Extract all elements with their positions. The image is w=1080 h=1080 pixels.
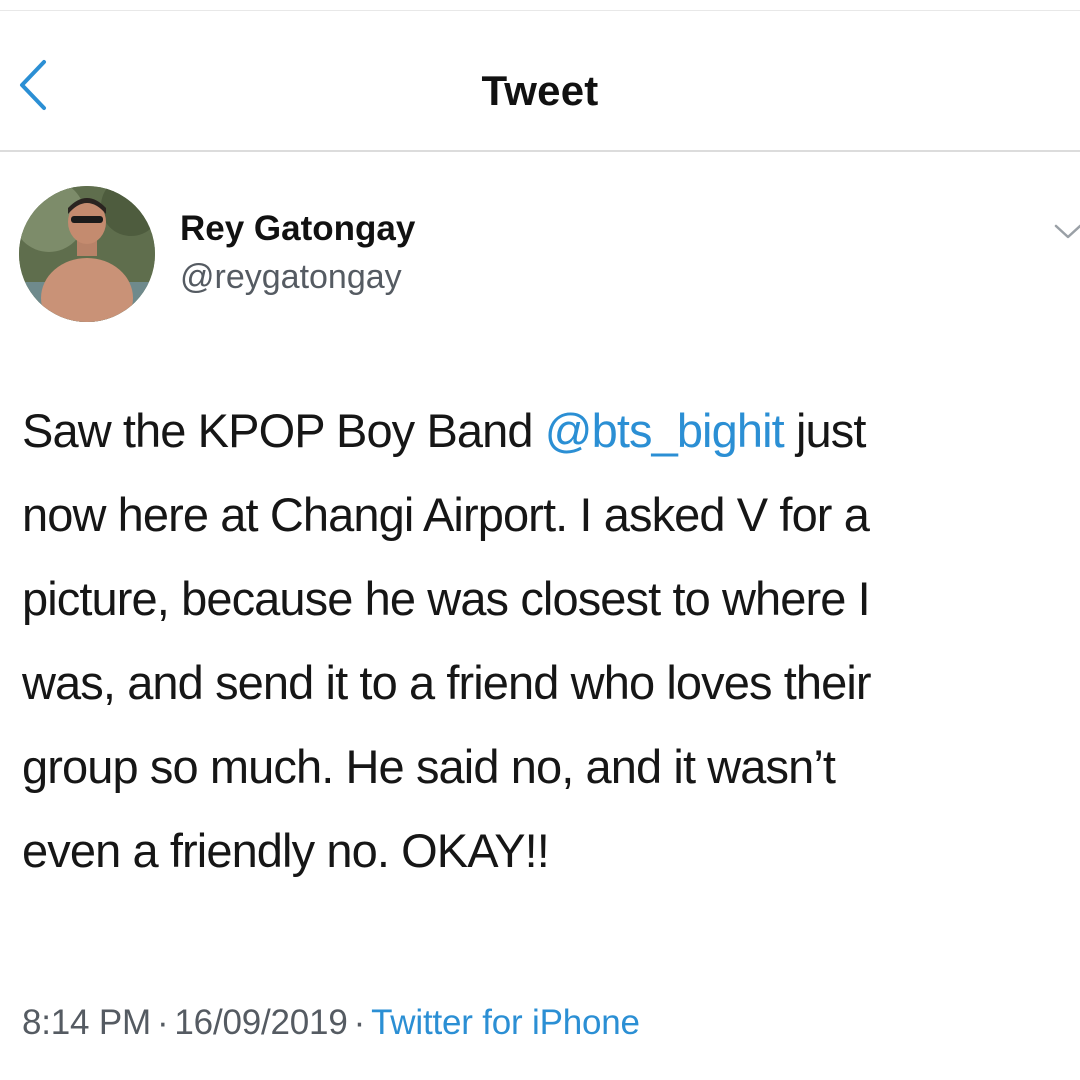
tweet-time: 8:14 PM xyxy=(22,1003,151,1042)
tweet-line: even a friendly no. OKAY!! xyxy=(22,824,550,877)
tweet-text: Saw the KPOP Boy Band @bts_bighit just n… xyxy=(22,389,1072,893)
mention-link[interactable]: @bts_bighit xyxy=(545,404,785,457)
tweet-source-link[interactable]: Twitter for iPhone xyxy=(371,1003,640,1042)
tweet-date: 16/09/2019 xyxy=(174,1003,348,1042)
page-title: Tweet xyxy=(481,67,599,114)
tweet-text-segment: just xyxy=(783,404,866,457)
nav-divider xyxy=(0,150,1080,152)
nav-bar: Tweet xyxy=(0,11,1080,151)
avatar-photo xyxy=(19,186,155,322)
separator-dot: · xyxy=(353,1003,366,1042)
chevron-down-icon xyxy=(1054,224,1080,239)
tweet-line: Saw the KPOP Boy Band @bts_bighit just xyxy=(22,389,1072,473)
tweet-line: was, and send it to a friend who loves t… xyxy=(22,656,872,709)
author-handle[interactable]: @reygatongay xyxy=(180,258,402,297)
author-name[interactable]: Rey Gatongay xyxy=(180,209,415,249)
tweet-line: group so much. He said no, and it wasn’t xyxy=(22,740,836,793)
tweet-text-segment: Saw the KPOP Boy Band xyxy=(22,404,545,457)
separator-dot: · xyxy=(156,1003,169,1042)
tweet-line: now here at Changi Airport. I asked V fo… xyxy=(22,488,870,541)
more-options-button[interactable] xyxy=(1052,216,1080,246)
tweet-metadata: 8:14 PM · 16/09/2019 · Twitter for iPhone xyxy=(22,1003,640,1043)
tweet-line: picture, because he was closest to where… xyxy=(22,572,871,625)
avatar[interactable] xyxy=(19,186,155,322)
